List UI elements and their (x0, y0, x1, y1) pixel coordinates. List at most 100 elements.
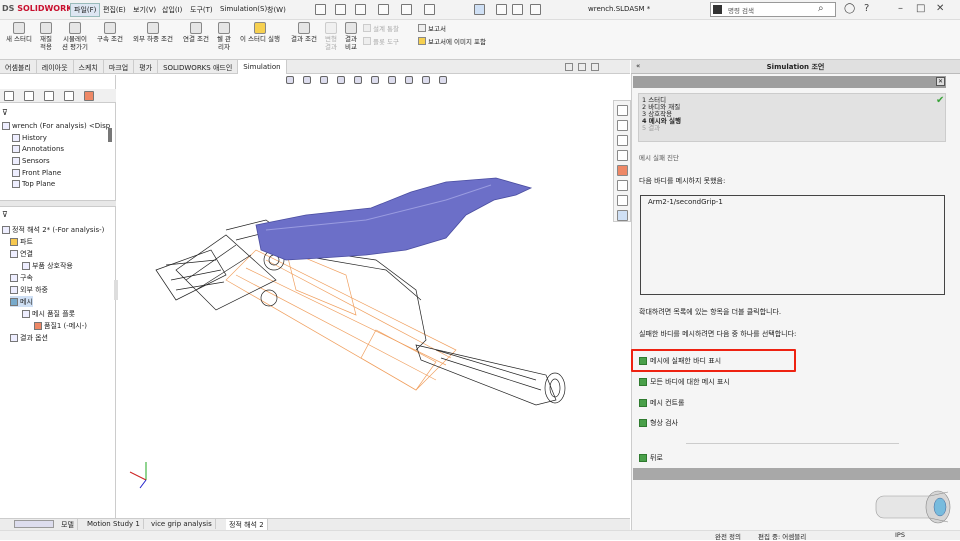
back-link[interactable]: 뒤로 (639, 453, 663, 463)
view-settings-icon[interactable] (439, 76, 447, 84)
report-button[interactable]: 보고서 (418, 23, 446, 33)
tree-item-front-plane[interactable]: Front Plane (12, 167, 61, 178)
menu-tools[interactable]: 도구(T) (190, 5, 213, 15)
user-icon[interactable]: ◯ (844, 4, 855, 14)
feature-tree-icon[interactable] (4, 91, 14, 101)
undo-icon[interactable] (424, 4, 435, 15)
mesh-control-link[interactable]: 메시 컨트롤 (639, 398, 684, 408)
save-icon[interactable] (378, 4, 389, 15)
appearances-icon[interactable] (617, 165, 628, 176)
tree-root[interactable]: wrench (For analysis) <Disp (2, 120, 110, 131)
resources-home-icon[interactable] (617, 105, 628, 116)
zoom-fit-icon[interactable] (286, 76, 294, 84)
status-units[interactable]: IPS (895, 531, 905, 539)
design-insight-button[interactable]: 설계 통찰 (363, 23, 399, 33)
solidworks-logo[interactable]: DS SOLIDWORKS (2, 4, 78, 13)
study-tree-root[interactable]: 정적 해석 2* (-For analysis-) (2, 224, 104, 235)
plot-tools-button[interactable]: 플롯 도구 (363, 36, 399, 46)
menu-window[interactable]: 창(W) (267, 5, 286, 15)
step-results[interactable]: 5 결과 (642, 125, 660, 132)
tree-item-history[interactable]: History (12, 132, 47, 143)
bottom-tab-motion-study[interactable]: Motion Study 1 (84, 519, 144, 529)
viewport-max-icon[interactable] (578, 63, 586, 71)
print-icon[interactable] (401, 4, 412, 15)
new-study-button[interactable]: 새 스터디 (3, 20, 35, 60)
advisor-close-icon[interactable]: ✕ (936, 77, 945, 86)
tab-markup[interactable]: 마크업 (104, 60, 135, 74)
study-item-connections[interactable]: 연결 (10, 248, 33, 259)
menu-insert[interactable]: 삽입(I) (162, 5, 182, 15)
tab-scroll-arrows-icon[interactable] (14, 520, 54, 528)
open-icon[interactable] (355, 4, 366, 15)
select-icon[interactable] (474, 4, 485, 15)
design-library-icon[interactable] (617, 120, 628, 131)
scene-icon[interactable] (422, 76, 430, 84)
display-manager-icon[interactable] (84, 91, 94, 101)
new-doc-icon[interactable] (335, 4, 346, 15)
tab-assembly[interactable]: 어셈블리 (0, 60, 37, 74)
rebuild-icon[interactable] (496, 4, 507, 15)
options-gear-icon[interactable] (530, 4, 541, 15)
dimxpert-icon[interactable] (64, 91, 74, 101)
tab-addins[interactable]: SOLIDWORKS 애드인 (158, 60, 239, 74)
deformed-result-button[interactable]: 변형 결과 (322, 20, 340, 60)
config-manager-icon[interactable] (44, 91, 54, 101)
view-orientation-icon[interactable] (354, 76, 362, 84)
property-manager-icon[interactable] (24, 91, 34, 101)
show-mesh-all-bodies-link[interactable]: 모든 바디에 대한 메시 표시 (639, 377, 730, 387)
help-icon[interactable]: ? (864, 4, 869, 14)
study-item-component-interactions[interactable]: 부품 상호작용 (22, 260, 73, 271)
search-icon[interactable]: ⌕ (818, 4, 824, 14)
external-loads-button[interactable]: 외부 하중 조건 (129, 20, 177, 60)
simulation-advisor-tab-icon[interactable] (617, 210, 628, 221)
failed-body-list[interactable] (640, 195, 945, 295)
viewport-close-icon[interactable] (591, 63, 599, 71)
tree-item-top-plane[interactable]: Top Plane (12, 179, 55, 188)
viewport-restore-icon[interactable] (565, 63, 573, 71)
menu-simulation[interactable]: Simulation(S) (220, 5, 267, 13)
restore-icon[interactable]: □ (916, 4, 925, 14)
menu-file[interactable]: 파일(F) (70, 3, 101, 17)
tab-sketch[interactable]: 스케치 (74, 60, 104, 74)
filter-icon-study[interactable]: ⊽ (2, 210, 8, 219)
apply-material-button[interactable]: 재질 적용 (37, 20, 55, 60)
file-explorer-icon[interactable] (617, 135, 628, 146)
connections-button[interactable]: 연결 조건 (180, 20, 212, 60)
results-advisor-button[interactable]: 결과 조건 (288, 20, 320, 60)
bottom-tab-vice-grip[interactable]: vice grip analysis (148, 519, 216, 529)
tab-evaluate[interactable]: 평가 (134, 60, 159, 74)
filter-icon[interactable]: ⊽ (2, 108, 8, 117)
upper-handle-highlight[interactable] (255, 177, 533, 261)
tree-item-annotations[interactable]: Annotations (12, 143, 64, 154)
menu-view[interactable]: 보기(V) (133, 5, 156, 15)
simulation-advisor-button[interactable]: 시뮬레이 션 평가기 (58, 20, 92, 60)
tab-layout[interactable]: 레이아웃 (37, 60, 74, 74)
panel-splitter[interactable] (0, 200, 116, 207)
tab-simulation[interactable]: Simulation (238, 60, 287, 74)
tree-scrollbar[interactable] (108, 128, 112, 142)
study-item-fixtures[interactable]: 구속 (10, 272, 33, 283)
compare-results-button[interactable]: 결과 비교 (342, 20, 360, 60)
section-view-icon[interactable] (337, 76, 345, 84)
shell-manager-button[interactable]: 쉘 관 리자 (214, 20, 234, 60)
run-study-button[interactable]: 이 스터디 실행 (236, 20, 284, 60)
tree-item-sensors[interactable]: Sensors (12, 155, 50, 166)
zoom-area-icon[interactable] (303, 76, 311, 84)
study-item-external-loads[interactable]: 외부 하중 (10, 284, 48, 295)
study-item-result-options[interactable]: 결과 옵션 (10, 332, 48, 343)
file-props-icon[interactable] (512, 4, 523, 15)
minimize-icon[interactable]: – (898, 4, 903, 14)
study-item-quality1[interactable]: 품질1 (-메시-) (34, 320, 87, 331)
study-item-parts[interactable]: 파트 (10, 236, 33, 247)
previous-view-icon[interactable] (320, 76, 328, 84)
study-item-mesh-quality-plot[interactable]: 메시 품질 플롯 (22, 308, 75, 319)
hide-show-icon[interactable] (388, 76, 396, 84)
fixtures-button[interactable]: 구속 조건 (94, 20, 126, 60)
geometry-check-link[interactable]: 형상 검사 (639, 418, 678, 428)
show-failed-bodies-link[interactable]: 메시에 실패한 바디 표시 (639, 356, 721, 366)
home-icon[interactable] (315, 4, 326, 15)
failed-body-item[interactable]: Arm2-1/secondGrip-1 (648, 198, 723, 206)
study-item-mesh[interactable]: 메시 (10, 296, 33, 307)
appearance-icon[interactable] (405, 76, 413, 84)
view-palette-icon[interactable] (617, 150, 628, 161)
